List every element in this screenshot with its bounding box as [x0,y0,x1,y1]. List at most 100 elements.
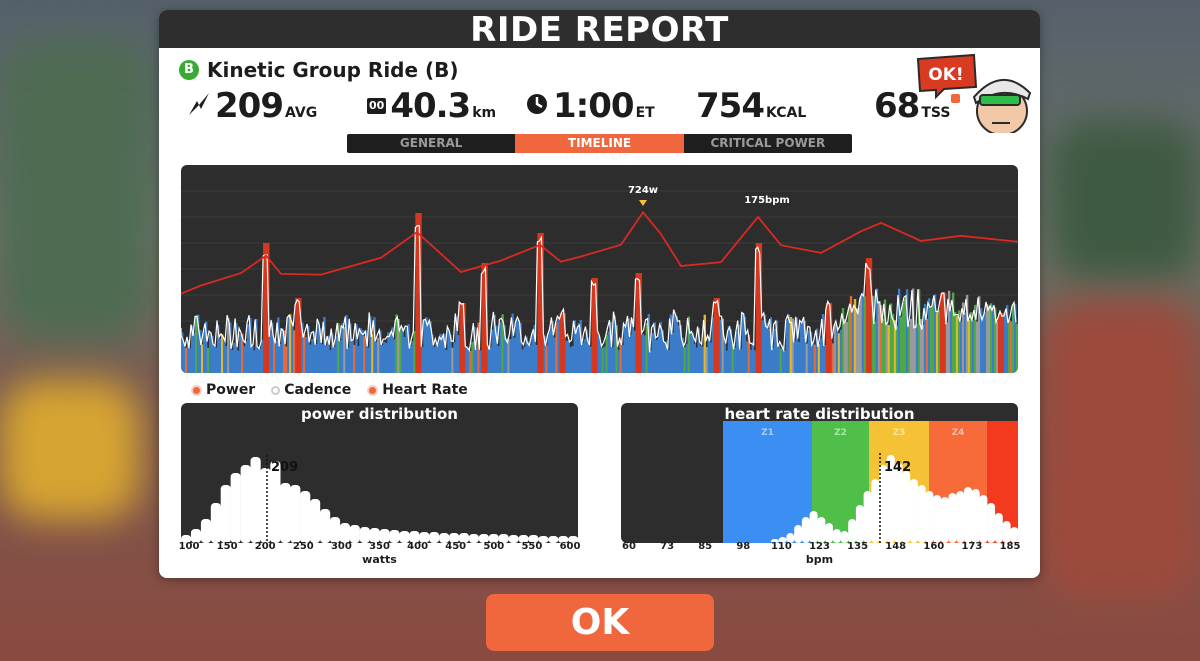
hr-histogram-bar [871,479,880,543]
legend-power-dot [191,384,202,396]
hr-histogram-bar [863,491,872,543]
tss-value: 68 [874,86,920,126]
distance-value: 40.3 [390,86,471,126]
power-histogram-bar [320,509,331,543]
power-value: 209 [215,86,284,126]
hr-histogram-bar [801,517,810,543]
power-histogram-bar [300,491,311,543]
axis-tick: 450 [445,541,467,552]
axis-tick: 150 [216,541,238,552]
legend-heart-rate-dot [367,384,379,396]
ride-title: B Kinetic Group Ride (B) [179,58,459,82]
legend-cadence[interactable]: Cadence [271,382,351,398]
stat-distance: 00 40.3 km [367,86,496,126]
hr-histogram-bar [940,497,949,543]
background-sign [0,380,140,520]
power-bar [221,334,224,373]
hr-zone-band [723,421,812,543]
power-bar [557,317,560,373]
axis-tick: 600 [559,541,581,552]
hr-histogram-bar [825,523,833,543]
power-histogram-bar [230,473,241,543]
hr-histogram-bar [1002,521,1011,543]
hr-histogram-bar [994,513,1003,543]
axis-tick: 110 [770,541,792,552]
ride-name: Kinetic Group Ride (B) [207,58,459,82]
axis-tick: 148 [885,541,907,552]
power-bar [305,337,308,373]
axis-tick: 185 [999,541,1021,552]
axis-tick: 85 [698,541,713,552]
hr-histogram-bar [879,465,888,543]
power-histogram-bar [329,517,341,543]
hr-histogram-bar [855,505,864,543]
hr-histogram-bar [909,479,918,543]
legend-power[interactable]: Power [191,382,255,398]
hr-zone-label: Z1 [761,428,774,438]
power-bar [389,332,392,373]
power-distribution-chart: 209 [181,403,578,543]
axis-tick: 500 [483,541,505,552]
axis-tick: 200 [254,541,276,552]
hr-zone-label: Z2 [834,428,847,438]
hr-histogram-bar [848,519,857,543]
power-histogram-bar [310,499,321,543]
power-histogram-bar [240,465,251,543]
power-histogram-bar [339,523,350,543]
axis-tick: 73 [660,541,675,552]
peak-power-label: 724w [628,185,658,196]
legend-heart-rate-label: Heart Rate [382,382,468,398]
peak-heart-rate-label: 175bpm [744,195,790,206]
power-bar [975,321,979,373]
power-histogram-bar [280,483,291,543]
hr-histogram-bar [956,491,965,543]
power-histogram-bar [200,519,212,543]
heart-rate-axis-label: bpm [805,553,834,566]
ride-report-panel: RIDE REPORT B Kinetic Group Ride (B) 209… [159,10,1040,578]
stat-calories: 754 KCAL [696,86,806,126]
heart-rate-line [181,210,1018,295]
hr-histogram-bar [917,485,926,543]
axis-tick: 173 [961,541,983,552]
power-axis-label: watts [362,553,397,566]
peak-marker-icon [639,200,647,206]
axis-tick: 123 [809,541,830,552]
lightning-icon [187,91,211,121]
ok-button[interactable]: OK [486,594,714,651]
power-bar [1016,323,1018,373]
tab-general[interactable]: GENERAL [347,134,515,153]
category-badge: B [179,60,199,80]
legend-heart-rate[interactable]: Heart Rate [367,382,468,398]
background-trees-right [1050,120,1200,280]
axis-tick: 98 [736,541,751,552]
hr-zone-label: Z4 [952,428,965,438]
background-tree [0,40,150,340]
background-track [1040,300,1200,600]
tab-critical-power[interactable]: CRITICAL POWER [684,134,852,153]
power-histogram-bar [250,457,261,543]
stat-time: 1:00 ET [525,86,655,126]
tab-timeline[interactable]: TIMELINE [515,134,684,153]
hr-histogram-bar [894,463,903,543]
legend-cadence-dot [271,385,281,395]
report-tabs: GENERAL TIMELINE CRITICAL POWER [347,134,852,153]
hr-zone-label: Z3 [893,428,906,438]
axis-tick: 135 [847,541,869,552]
axis-tick: 250 [292,541,314,552]
power-average-label: 209 [271,460,298,475]
time-value: 1:00 [553,86,635,126]
power-bar [723,342,726,373]
timeline-legend: Power Cadence Heart Rate [191,382,468,398]
hr-histogram-bar [925,491,934,543]
axis-tick: 60 [622,541,636,552]
hr-histogram-bar [979,495,988,543]
avatar: OK! [914,53,1034,136]
calories-value: 754 [696,86,765,126]
axis-tick: 550 [521,541,543,552]
hr-histogram-bar [809,511,818,543]
power-distribution-title: power distribution [301,405,458,423]
axis-tick: 350 [369,541,390,552]
ride-stats: 209 AVG 00 40.3 km 1:00 ET 754 KCAL 68 T… [159,86,1040,126]
axis-tick: 160 [923,541,945,552]
power-histogram-bar [290,485,301,543]
